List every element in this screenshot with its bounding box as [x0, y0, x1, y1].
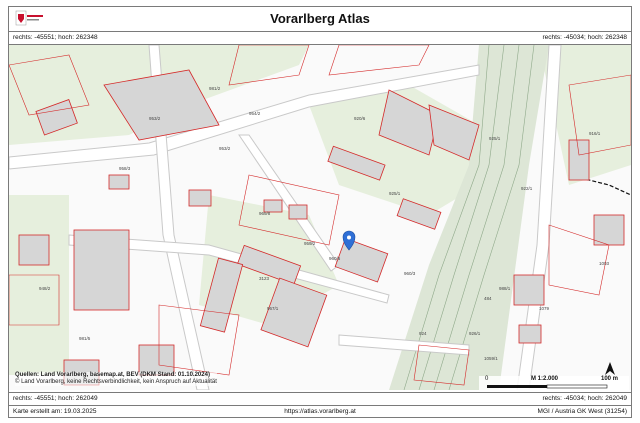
coordinates-top: rechts: -45551; hoch: 262348 rechts: -45…	[9, 32, 631, 45]
parcel-label: 925/1	[489, 136, 501, 141]
parcel-label: 1079	[539, 306, 550, 311]
parcel-label: 953/2	[149, 116, 161, 121]
parcel-label: 953/2	[219, 146, 231, 151]
parcel-label: 920/6	[354, 116, 366, 121]
map-print-frame: Vorarlberg Atlas rechts: -45551; hoch: 2…	[8, 6, 632, 418]
parcel-label: 960/3	[404, 271, 416, 276]
parcel-label: 916/1	[589, 131, 601, 136]
parcel-label: 3123	[259, 276, 270, 281]
parcel-label: 925/1	[389, 191, 401, 196]
scale-bar: 0 M 1:2.000 100 m	[479, 376, 629, 390]
parcel-label: 958/3	[119, 166, 131, 171]
source-line-2: © Land Vorarlberg, keine Rechtsverbindli…	[15, 379, 217, 385]
coordinate-bottom-right: rechts: -45034; hoch: 262049	[542, 395, 627, 402]
data-source-attribution: Quellen: Land Vorarlberg, basemap.at, BE…	[15, 372, 217, 386]
map-canvas[interactable]: 981/2 953/2 954/2 958/3 953/2 969/8 920/…	[9, 45, 631, 390]
parcel-label: 1003	[599, 261, 610, 266]
parcel-label: 922/1	[521, 186, 533, 191]
footer: Karte erstellt am: 19.03.2025 https://at…	[9, 405, 631, 418]
parcel-label: 484	[484, 296, 492, 301]
parcel-label: 959/2	[304, 241, 316, 246]
header: Vorarlberg Atlas	[9, 7, 631, 32]
coordinate-top-left: rechts: -45551; hoch: 262348	[13, 34, 98, 41]
cadastral-map[interactable]: 981/2 953/2 954/2 958/3 953/2 969/8 920/…	[9, 45, 631, 390]
parcel-label: 954/2	[249, 111, 261, 116]
coordinate-top-right: rechts: -45034; hoch: 262348	[542, 34, 627, 41]
parcel-label: 948/2	[39, 286, 51, 291]
scale-end-label: 100 m	[601, 376, 619, 382]
parcel-label: 924	[419, 331, 427, 336]
crs-label: MGI / Austria GK West (31254)	[537, 408, 627, 415]
north-arrow-icon	[603, 361, 617, 377]
scale-start-label: 0	[485, 376, 489, 382]
parcel-label: 988/1	[499, 286, 511, 291]
parcel-label: 969/8	[259, 211, 271, 216]
page-title: Vorarlberg Atlas	[270, 11, 370, 26]
coordinate-bottom-left: rechts: -45551; hoch: 262049	[13, 395, 98, 402]
parcel-label: 981/2	[209, 86, 221, 91]
scale-ratio-label: M 1:2.000	[531, 376, 559, 382]
coordinates-bottom: rechts: -45551; hoch: 262049 rechts: -45…	[9, 392, 631, 405]
parcel-label: 981/5	[79, 336, 91, 341]
parcel-label: 926/1	[469, 331, 481, 336]
parcel-label: 1059/1	[484, 356, 498, 361]
source-line-1: Quellen: Land Vorarlberg, basemap.at, BE…	[15, 372, 210, 378]
parcel-label: 960/6	[329, 256, 341, 261]
parcel-label: 967/1	[267, 306, 279, 311]
